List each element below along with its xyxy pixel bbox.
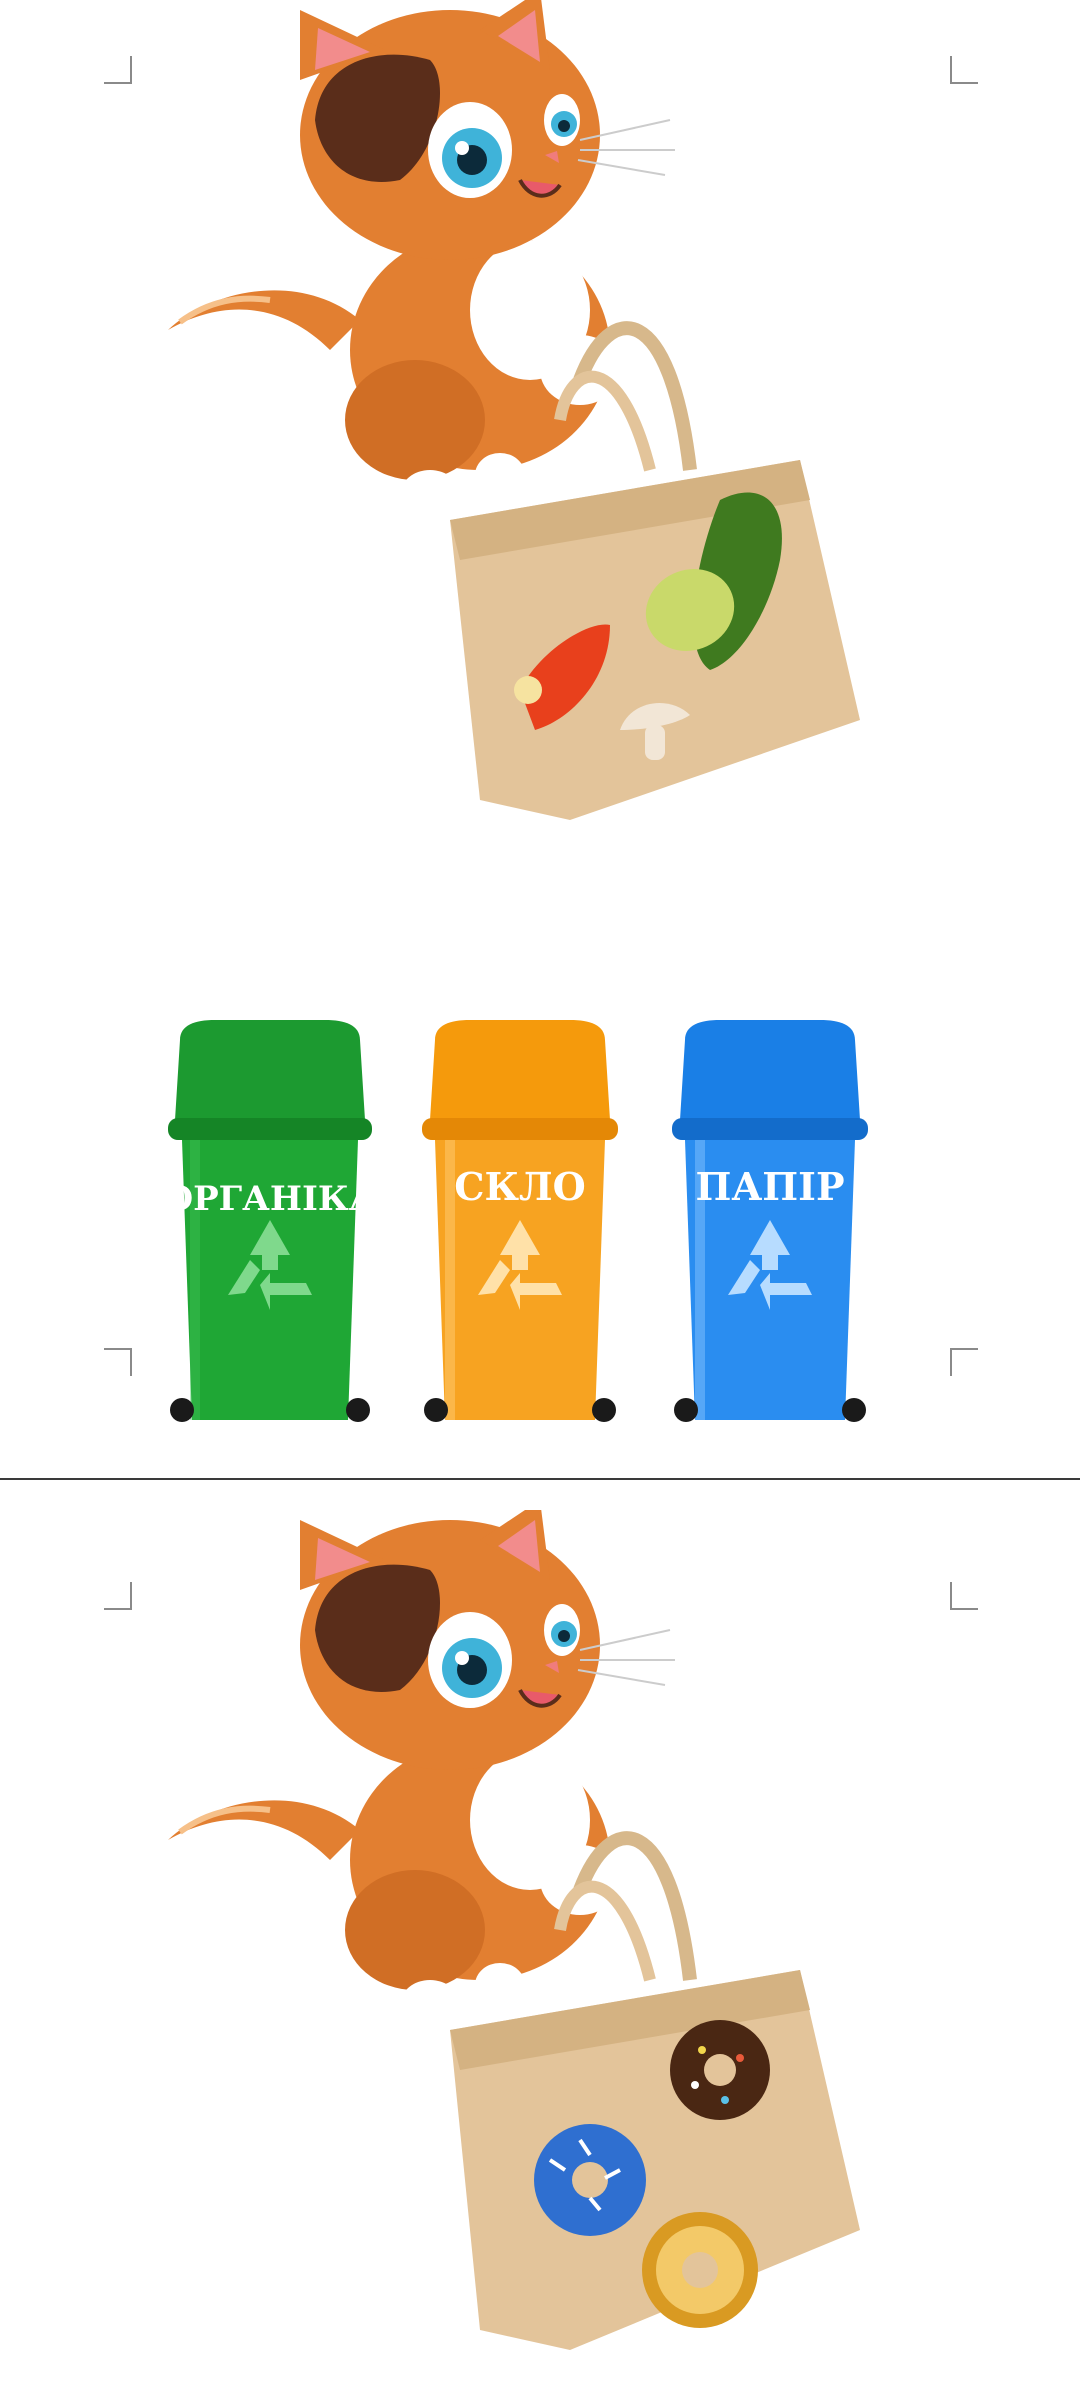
page-1: ОРГАНІКА СКЛО ПАПІР — [0, 0, 1080, 1478]
crop-mark-top-right — [950, 1582, 978, 1610]
bin-paper: ПАПІР — [672, 1020, 868, 1422]
kitten-with-vegetable-bag — [168, 0, 860, 820]
crop-mark-top-left — [104, 56, 132, 84]
bin-glass: СКЛО — [422, 1020, 618, 1422]
bin-label-glass: СКЛО — [454, 1164, 586, 1209]
page-2 — [0, 1480, 1080, 2400]
kitten-with-donut-bag — [168, 1510, 860, 2350]
crop-mark-top-right — [950, 56, 978, 84]
recycling-bins: ОРГАНІКА СКЛО ПАПІР — [164, 1020, 868, 1422]
crop-mark-top-left — [104, 1582, 132, 1610]
bin-organic: ОРГАНІКА — [164, 1020, 377, 1422]
bin-label-organic: ОРГАНІКА — [164, 1179, 377, 1219]
crop-mark-bottom-left — [104, 1348, 132, 1376]
bin-label-paper: ПАПІР — [695, 1164, 844, 1209]
crop-mark-bottom-right — [950, 1348, 978, 1376]
